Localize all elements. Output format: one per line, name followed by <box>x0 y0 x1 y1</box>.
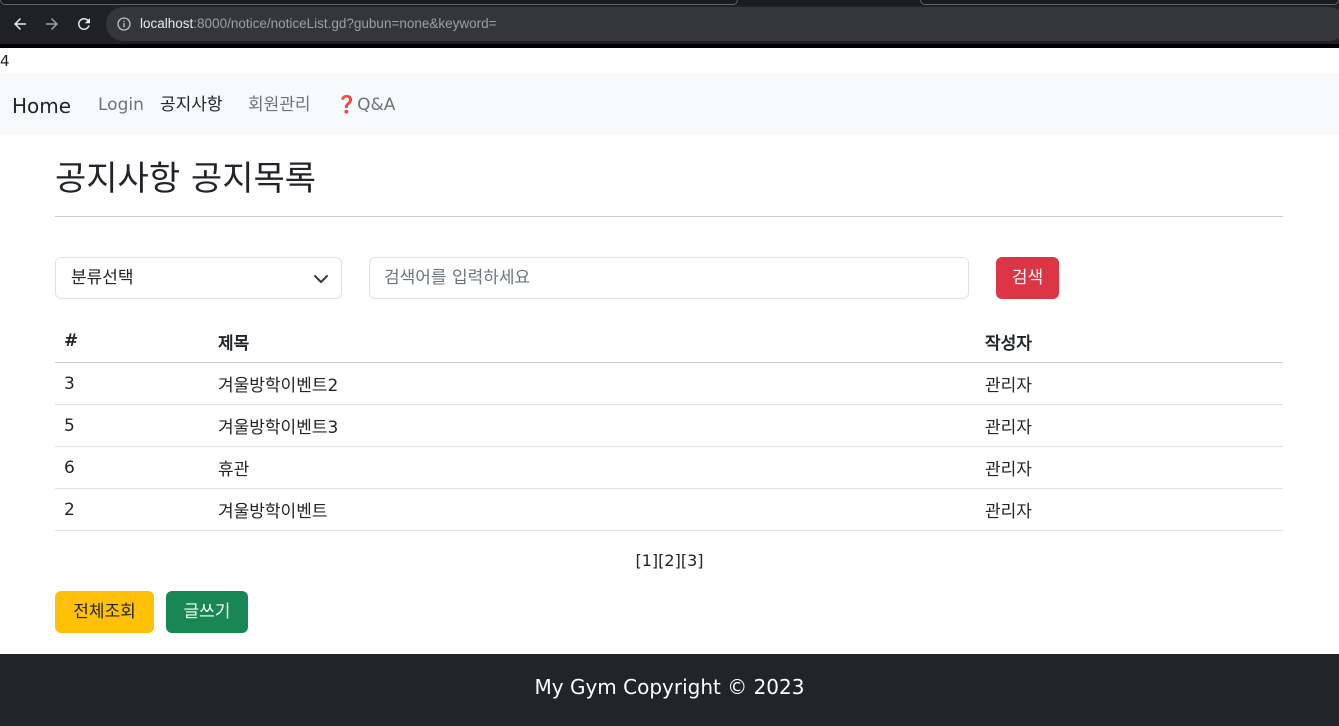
nav-link-qna[interactable]: ❓Q&A <box>336 93 395 117</box>
footer-copyright: My Gym Copyright © 2023 <box>534 675 805 699</box>
url-text[interactable]: localhost:8000/notice/noticeList.gd?gubu… <box>140 15 497 33</box>
search-button[interactable]: 검색 <box>996 257 1059 299</box>
navbar-brand-home[interactable]: Home <box>12 94 71 118</box>
url-host: localhost <box>140 16 194 31</box>
row-title-link[interactable]: 겨울방학이벤트 <box>218 489 327 530</box>
category-select-value: 분류선택 <box>71 268 134 288</box>
row-number: 6 <box>64 457 75 478</box>
toolbar-divider <box>0 44 1339 48</box>
table-row: 2 겨울방학이벤트 관리자 <box>55 489 1283 531</box>
page-link-3[interactable]: [3] <box>681 551 704 570</box>
row-writer: 관리자 <box>985 460 1032 480</box>
row-title-link[interactable]: 휴관 <box>218 447 249 488</box>
column-header-number: # <box>64 331 79 351</box>
nav-link-member-management[interactable]: 회원관리 <box>248 93 311 117</box>
title-divider <box>55 216 1283 217</box>
nav-link-qna-label: Q&A <box>357 95 396 115</box>
view-all-button[interactable]: 전체조회 <box>55 591 154 633</box>
row-number: 2 <box>64 499 75 520</box>
page-link-1[interactable]: [1] <box>635 551 658 570</box>
page-title: 공지사항 공지목록 <box>55 159 317 199</box>
row-number: 5 <box>64 415 75 436</box>
column-header-writer: 작성자 <box>985 333 1032 354</box>
row-title-link[interactable]: 겨울방학이벤트2 <box>218 363 338 404</box>
write-button[interactable]: 글쓰기 <box>166 591 248 633</box>
table-header-row: # 제목 작성자 <box>55 320 1283 363</box>
pagination: [1][2][3] <box>0 550 1339 572</box>
chevron-down-icon <box>314 275 328 283</box>
back-button[interactable] <box>8 12 32 36</box>
reload-icon <box>77 17 90 30</box>
row-writer: 관리자 <box>985 502 1032 522</box>
category-select[interactable]: 분류선택 <box>55 257 342 299</box>
row-writer: 관리자 <box>985 418 1032 438</box>
address-bar[interactable]: localhost:8000/notice/noticeList.gd?gubu… <box>106 7 1339 41</box>
row-number: 3 <box>64 373 75 394</box>
row-writer: 관리자 <box>985 376 1032 396</box>
table-row: 5 겨울방학이벤트3 관리자 <box>55 405 1283 447</box>
search-input[interactable] <box>369 257 969 299</box>
browser-tab[interactable] <box>920 0 1339 5</box>
reload-button[interactable] <box>72 12 96 36</box>
nav-link-notice[interactable]: 공지사항 <box>160 93 223 117</box>
footer: My Gym Copyright © 2023 <box>0 654 1339 726</box>
row-title-link[interactable]: 겨울방학이벤트3 <box>218 405 338 446</box>
table-row: 3 겨울방학이벤트2 관리자 <box>55 363 1283 405</box>
nav-link-login[interactable]: Login <box>98 93 144 117</box>
forward-button[interactable] <box>40 12 64 36</box>
table-row: 6 휴관 관리자 <box>55 447 1283 489</box>
arrow-left-icon <box>14 18 26 30</box>
column-header-title: 제목 <box>218 333 250 354</box>
page-link-2[interactable]: [2] <box>658 551 681 570</box>
arrow-right-icon <box>46 18 58 30</box>
debug-output-text: 4 <box>0 52 10 70</box>
info-icon[interactable] <box>116 16 132 32</box>
question-mark-icon: ❓ <box>336 95 358 115</box>
url-path: :8000/notice/noticeList.gd?gubun=none&ke… <box>193 16 497 31</box>
browser-toolbar: localhost:8000/notice/noticeList.gd?gubu… <box>0 0 1339 48</box>
browser-tab[interactable] <box>0 0 738 5</box>
notice-table: # 제목 작성자 3 겨울방학이벤트2 관리자 5 겨울방학이벤트3 관리자 6… <box>55 320 1283 531</box>
